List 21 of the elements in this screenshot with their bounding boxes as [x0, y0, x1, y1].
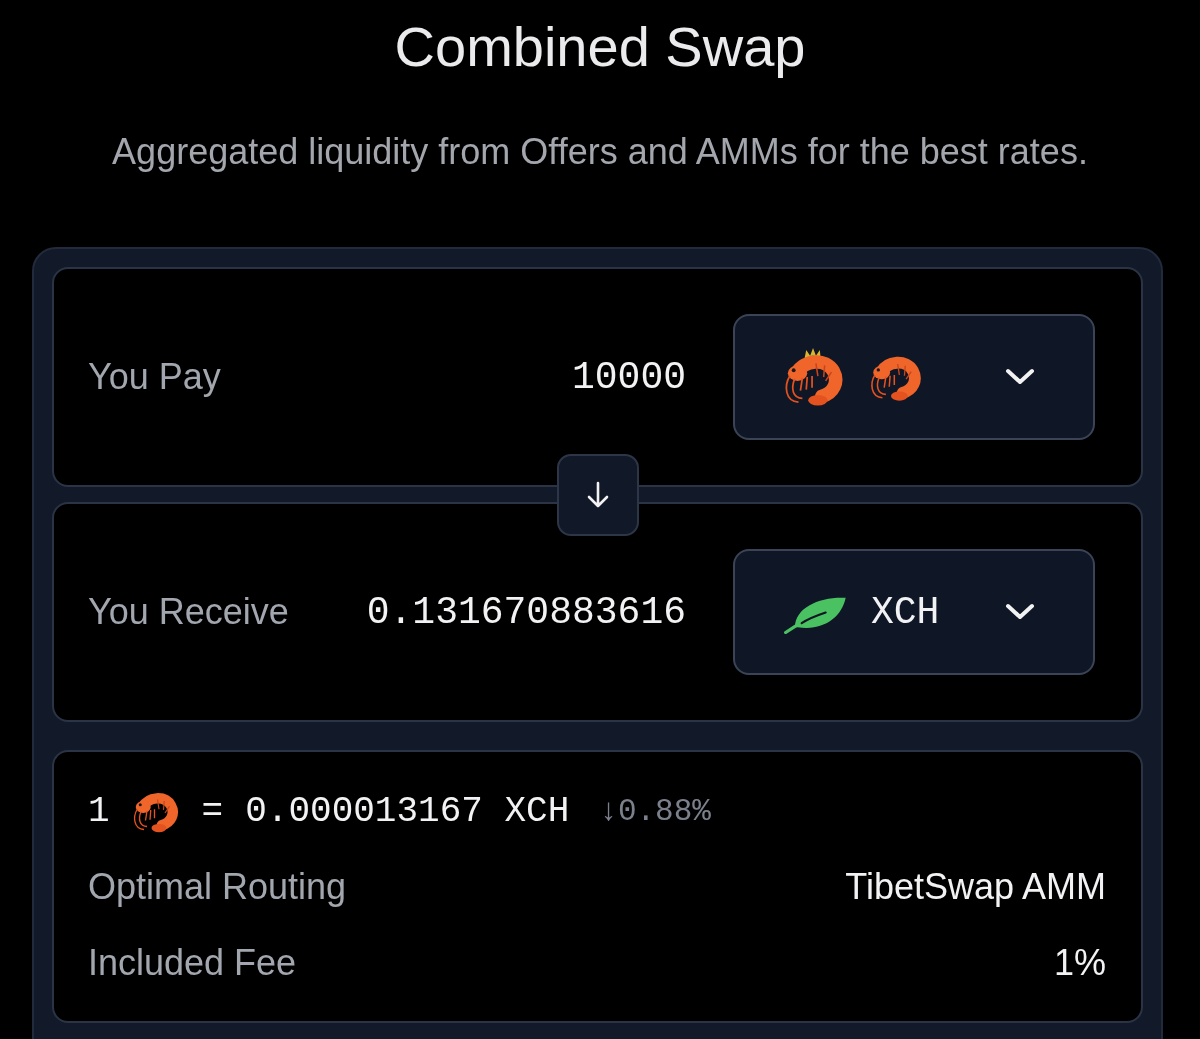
- crowned-shrimp-icon: [783, 346, 845, 408]
- swap-direction-button[interactable]: [556, 454, 639, 536]
- page-title: Combined Swap: [393, 14, 807, 80]
- rate-text: =: [201, 790, 224, 832]
- amount-value: 0.131670883616: [366, 590, 686, 634]
- rate-change: ↓0.88%: [599, 793, 711, 829]
- rate-text: 0.000013167 XCH: [245, 790, 570, 832]
- chevron-down-icon: [1005, 368, 1035, 386]
- detail-value: TibetSwap AMM: [845, 866, 1106, 908]
- page-subtitle: Aggregated liquidity from Offers and AMMs for the best rates.: [111, 130, 1089, 174]
- token-selector[interactable]: XCH: [733, 549, 1095, 675]
- amount-value: 10000: [571, 355, 686, 399]
- detail-label: Optimal Routing: [88, 866, 347, 908]
- detail-label: Included Fee: [88, 942, 297, 984]
- detail-value: 1%: [1053, 942, 1106, 984]
- chevron-down-icon: [1005, 603, 1035, 621]
- amount-label: You Receive: [88, 591, 290, 633]
- down-arrow-icon: [585, 481, 610, 509]
- rate-text: 1: [88, 790, 110, 832]
- amount-label: You Pay: [88, 356, 222, 398]
- token-selector[interactable]: [733, 314, 1095, 440]
